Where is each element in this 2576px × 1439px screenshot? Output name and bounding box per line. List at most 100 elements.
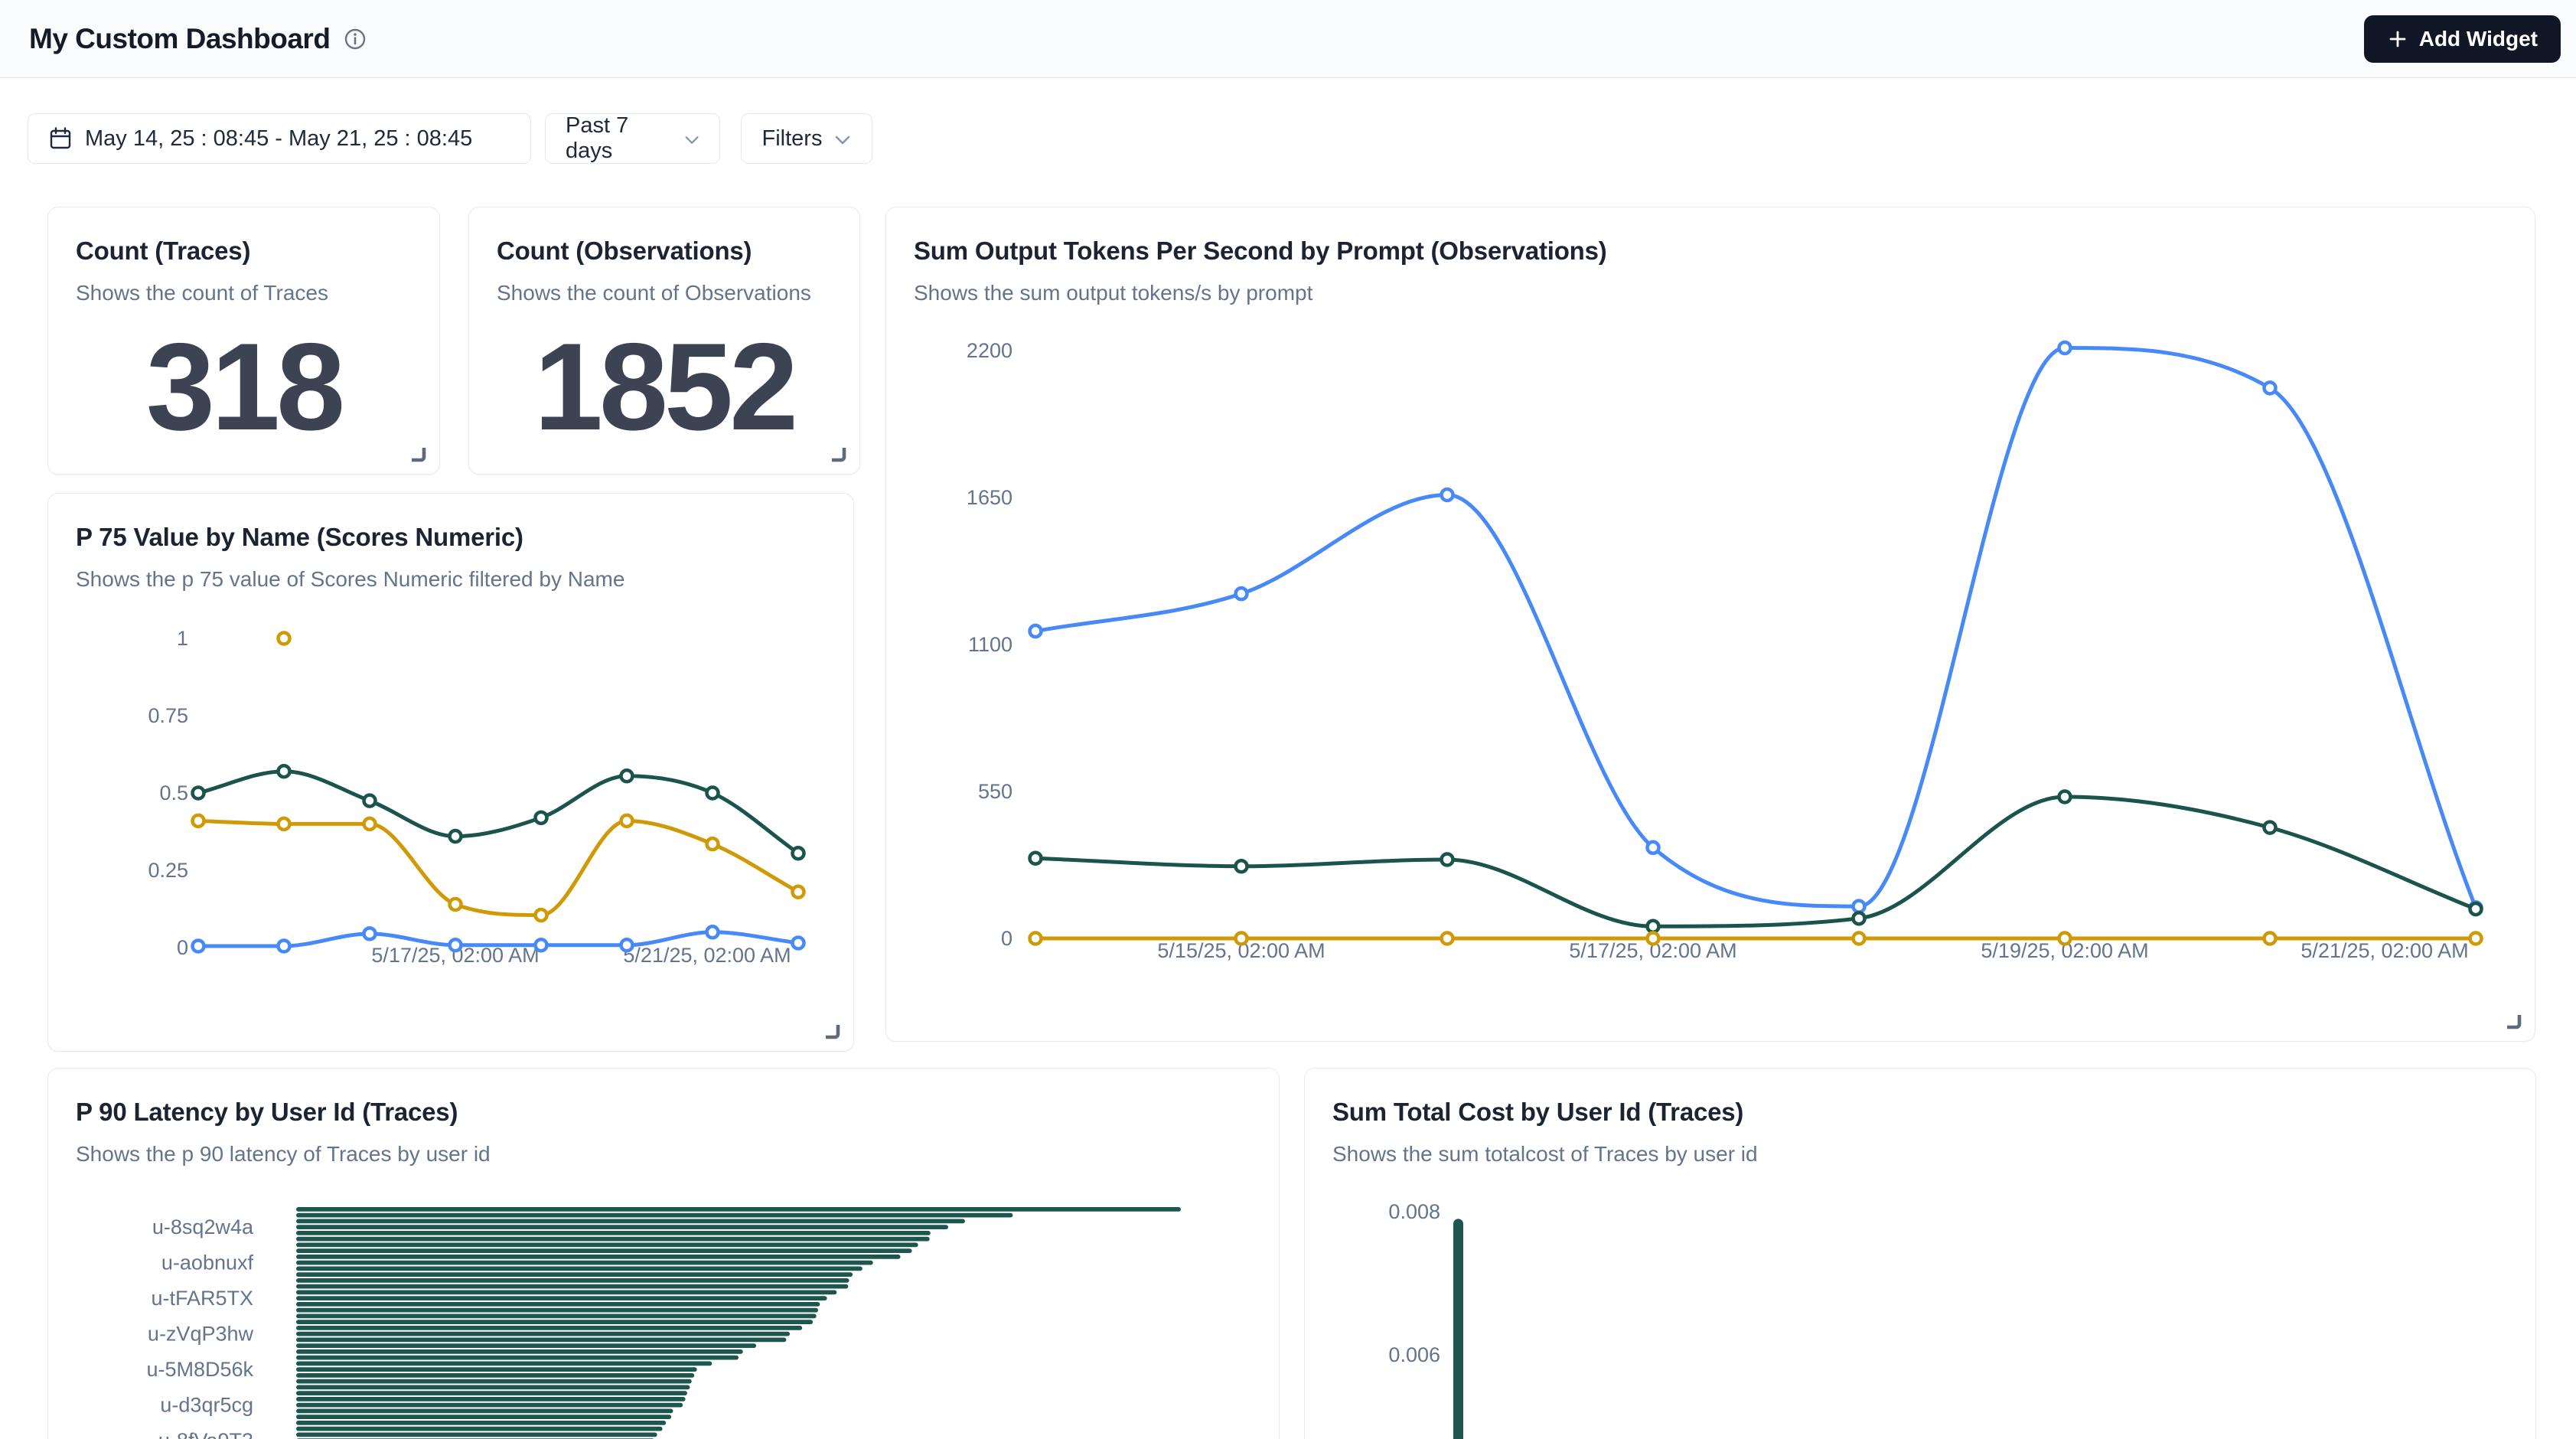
orange-prompt-series-point[interactable] [1442,933,1453,945]
latency-bar[interactable] [296,1373,694,1378]
orange-prompt-series-point[interactable] [1854,933,1865,945]
cost-bar[interactable] [1453,1219,1463,1439]
tokens-per-second-chart[interactable]: 05501100165022005/15/25, 02:00 AM5/17/25… [886,322,2536,1046]
info-icon[interactable] [344,28,367,51]
date-range-picker[interactable]: May 14, 25 : 08:45 - May 21, 25 : 08:45 [28,113,531,164]
blue-prompt-series-point[interactable] [1442,489,1453,501]
latency-bar[interactable] [296,1225,948,1229]
latency-bar[interactable] [296,1278,849,1283]
latency-bar[interactable] [296,1308,818,1313]
latency-bar[interactable] [296,1302,820,1307]
orange-prompt-series-point[interactable] [1030,933,1042,945]
orange-prompt-series-point[interactable] [1648,933,1659,945]
latency-bar[interactable] [296,1332,790,1336]
latency-bar[interactable] [296,1391,687,1395]
resize-handle-icon[interactable] [2501,1009,2524,1032]
latency-bar[interactable] [296,1296,827,1300]
blue-prompt-series-point[interactable] [1648,842,1659,853]
resize-handle-icon[interactable] [826,442,849,465]
orange-prompt-series-point[interactable] [2059,933,2071,945]
blue-score-series-point[interactable] [279,940,290,951]
add-widget-button[interactable]: Add Widget [2364,15,2561,63]
green-score-series-point[interactable] [193,788,204,799]
green-score-series-point[interactable] [536,812,547,824]
latency-bar[interactable] [296,1356,739,1360]
orange-prompt-series-point[interactable] [1236,933,1247,945]
latency-bar[interactable] [296,1362,712,1366]
latency-bar[interactable] [296,1403,683,1408]
resize-handle-icon[interactable] [820,1019,843,1042]
orange-prompt-series-point[interactable] [2265,933,2276,945]
green-prompt-series-point[interactable] [2470,903,2482,915]
orange-score-series-point[interactable] [450,899,461,910]
range-preset-dropdown[interactable]: Past 7 days [545,113,720,164]
latency-bar[interactable] [296,1367,697,1372]
blue-score-series-point[interactable] [621,939,633,951]
latency-bar[interactable] [296,1320,813,1324]
resize-handle-icon[interactable] [406,442,429,465]
latency-bar[interactable] [296,1343,756,1348]
latency-bar[interactable] [296,1237,930,1242]
green-prompt-series-point[interactable] [1854,912,1865,924]
orange-score-series-point[interactable] [193,815,204,827]
blue-prompt-series-point[interactable] [2265,382,2276,393]
sum-total-cost-chart[interactable]: 0.0080.006 [1305,1183,2537,1439]
orange-score-series-point[interactable] [621,815,633,827]
filters-dropdown[interactable]: Filters [741,113,872,164]
latency-bar[interactable] [296,1349,743,1354]
blue-prompt-series-point[interactable] [2059,342,2071,354]
latency-bar[interactable] [296,1326,802,1330]
blue-score-series-point[interactable] [193,940,204,951]
latency-bar[interactable] [296,1314,817,1319]
latency-bar[interactable] [296,1385,690,1390]
latency-bar[interactable] [296,1248,912,1253]
green-prompt-series-point[interactable] [1236,860,1247,872]
latency-bar[interactable] [296,1379,692,1384]
latency-bar[interactable] [296,1243,918,1248]
latency-bar[interactable] [296,1427,663,1431]
latency-bar[interactable] [296,1255,901,1259]
latency-bar[interactable] [296,1231,931,1235]
latency-bar[interactable] [296,1433,657,1437]
latency-bar[interactable] [296,1409,673,1414]
latency-bar[interactable] [296,1213,1012,1218]
orange-score-point-point[interactable] [279,633,290,644]
latency-bar[interactable] [296,1338,786,1343]
blue-score-series-point[interactable] [707,926,719,938]
green-score-series-point[interactable] [621,770,633,781]
orange-prompt-series-point[interactable] [2470,933,2482,945]
orange-score-series-point[interactable] [279,818,290,830]
latency-bar[interactable] [296,1291,836,1295]
latency-bar[interactable] [296,1219,965,1224]
latency-bar[interactable] [296,1272,853,1277]
blue-prompt-series-point[interactable] [1236,588,1247,599]
latency-bar[interactable] [296,1261,873,1265]
blue-score-series-point[interactable] [450,939,461,951]
latency-bar[interactable] [296,1284,848,1289]
green-score-series-point[interactable] [279,765,290,777]
green-prompt-series-point[interactable] [2265,822,2276,834]
green-prompt-series-point[interactable] [1648,921,1659,932]
latency-bar[interactable] [296,1397,686,1401]
latency-bar[interactable] [296,1207,1181,1212]
latency-bar[interactable] [296,1267,862,1271]
latency-bar[interactable] [296,1415,671,1419]
orange-score-series-point[interactable] [364,818,376,830]
blue-score-series-point[interactable] [536,939,547,951]
green-prompt-series-point[interactable] [1030,853,1042,864]
green-score-series-point[interactable] [364,795,376,807]
green-score-series-point[interactable] [707,788,719,799]
green-prompt-series-point[interactable] [2059,791,2071,802]
blue-prompt-series-point[interactable] [1030,625,1042,637]
green-score-series-point[interactable] [793,847,804,859]
latency-bar[interactable] [296,1421,666,1425]
orange-score-series-point[interactable] [536,909,547,921]
orange-score-series-point[interactable] [793,886,804,898]
p75-chart[interactable]: 00.250.50.7515/17/25, 02:00 AM5/21/25, 0… [48,609,855,1056]
blue-prompt-series-point[interactable] [1854,901,1865,912]
orange-score-series-point[interactable] [707,838,719,850]
blue-score-series-point[interactable] [364,928,376,939]
green-score-series-point[interactable] [450,830,461,842]
blue-score-series-point[interactable] [793,937,804,948]
p90-latency-chart[interactable]: u-8sq2w4au-aobnuxfu-tFAR5TXu-zVqP3hwu-5M… [48,1183,1280,1439]
